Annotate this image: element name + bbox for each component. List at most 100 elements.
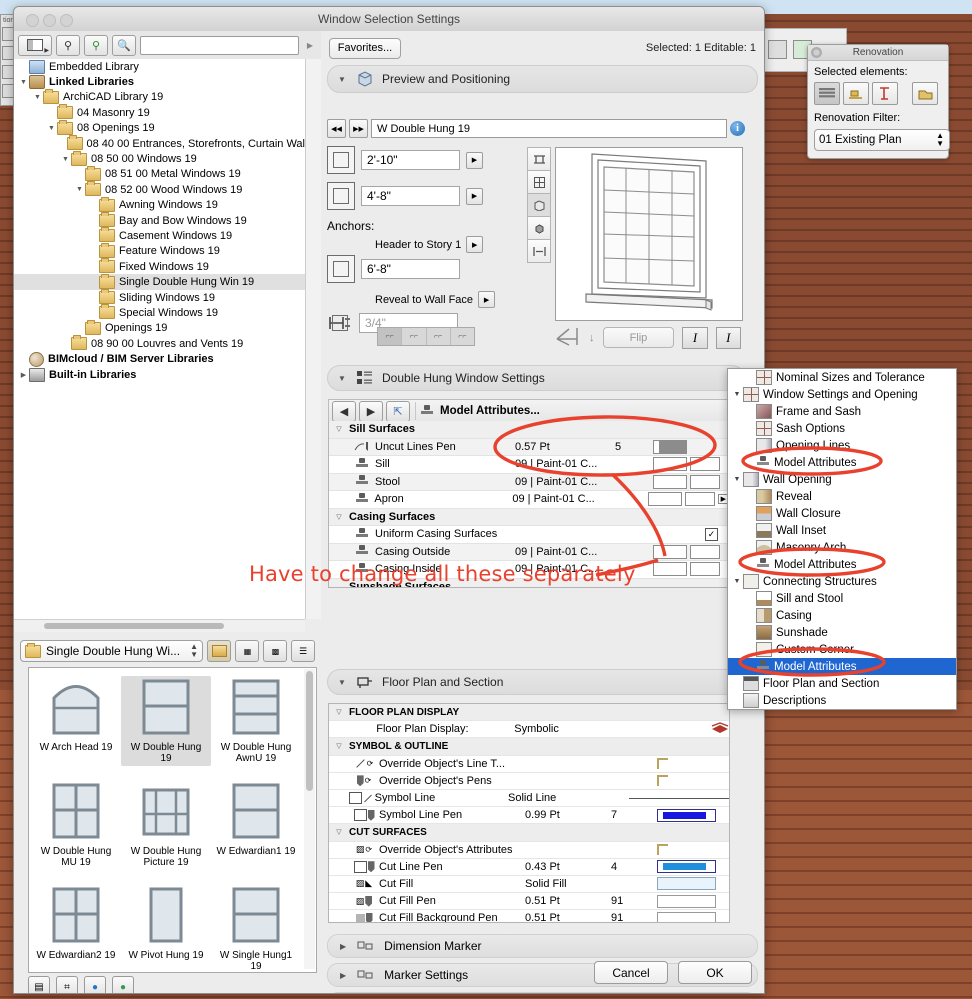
object-name-field[interactable]: W Double Hung 19 <box>371 119 727 138</box>
anchor-position-strip[interactable]: ⌐⌐ ⌐⌐ ⌐⌐ ⌐⌐ <box>377 327 475 346</box>
chevron-down-icon[interactable]: ▼ <box>60 156 71 163</box>
pen-swatch[interactable] <box>657 911 716 922</box>
attr-row[interactable]: Stool 09 | Paint-01 C... <box>329 473 729 491</box>
attr-row[interactable]: Uniform Casing Surfaces ✓ <box>329 526 729 544</box>
surface-swatch-2[interactable] <box>685 492 715 507</box>
fp-row[interactable]: Symbol Line Solid Line <box>329 790 729 808</box>
preview-view-tools[interactable] <box>527 147 551 263</box>
param-tree-item[interactable]: Sunshade <box>728 624 956 641</box>
height-popup-icon[interactable]: ▶ <box>466 187 483 205</box>
library-tree-item[interactable]: Bay and Bow Windows 19 <box>14 212 305 228</box>
left-jamb-icon[interactable]: I <box>682 326 708 349</box>
param-tree-item[interactable]: Masonry Arch <box>728 539 956 556</box>
chevron-down-icon[interactable]: ▼ <box>731 578 743 585</box>
parameter-tree[interactable]: Nominal Sizes and Tolerance ▼ Window Setti… <box>727 368 957 710</box>
globe-icon[interactable]: ● <box>84 976 106 993</box>
fp-row[interactable]: ⟳ Override Object's Line T... <box>329 756 729 773</box>
library-tree-item[interactable]: 08 90 00 Louvres and Vents 19 <box>14 335 305 351</box>
search-icon[interactable]: 🔍 <box>112 34 136 56</box>
library-tree-item[interactable]: Single Double Hung Win 19 <box>14 273 305 290</box>
floor-plan-table[interactable]: ▽ FLOOR PLAN DISPLAY Floor Plan Display: Sy… <box>328 703 730 923</box>
param-tree-item[interactable]: Sash Options <box>728 420 956 437</box>
anchor-pos-2-icon[interactable]: ⌐⌐ <box>402 328 427 345</box>
thumbnail-item[interactable]: W Double Hung MU 19 <box>31 776 121 880</box>
param-tree-item[interactable]: Frame and Sash <box>728 403 956 420</box>
library-tree-item[interactable]: ▼ Linked Libraries <box>14 74 305 90</box>
library-tree-item[interactable]: 04 Masonry 19 <box>14 104 305 120</box>
fp-checkbox[interactable] <box>657 844 668 856</box>
line-preview[interactable] <box>628 797 729 799</box>
section-double-hung-window-settings[interactable]: ▼ Double Hung Window Settings <box>327 365 745 391</box>
chevron-down-icon[interactable]: ▽ <box>329 708 349 716</box>
search-input[interactable] <box>140 35 299 55</box>
param-tree-item[interactable]: Model Attributes <box>728 658 956 675</box>
find-icon[interactable]: ⚲ <box>56 34 80 56</box>
library-tree-item[interactable]: Awning Windows 19 <box>14 196 305 213</box>
axono-icon[interactable] <box>527 216 551 240</box>
thumbnail-item[interactable]: W Double Hung Picture 19 <box>121 776 211 880</box>
surface-swatch[interactable] <box>653 474 687 489</box>
anchor-pos-1-icon[interactable]: ⌐⌐ <box>378 328 403 345</box>
pen-swatch[interactable] <box>657 860 716 874</box>
favorites-button[interactable]: Favorites... <box>329 37 401 59</box>
popout-icon[interactable]: ⇱ <box>386 400 410 422</box>
new-element-icon[interactable] <box>872 82 898 105</box>
grid-view-icon[interactable] <box>527 170 551 194</box>
chevron-down-icon[interactable]: ▼ <box>731 391 743 398</box>
right-jamb-icon[interactable]: I <box>715 326 741 349</box>
chevron-down-icon[interactable]: ▼ <box>731 476 743 483</box>
param-tree-item[interactable]: Nominal Sizes and Tolerance <box>728 369 956 386</box>
surface-swatch[interactable] <box>653 562 687 577</box>
section-dimension-marker[interactable]: ▶ Dimension Marker <box>327 934 758 958</box>
flip-button[interactable]: Flip <box>602 327 675 348</box>
chevron-down-icon[interactable]: ▽ <box>329 828 349 836</box>
folder-select[interactable]: Single Double Hung Wi... ▲ ▼ <box>20 640 203 662</box>
library-tree[interactable]: Embedded Library ▼ Linked Libraries ▼ ArchiC… <box>14 59 305 619</box>
pen-swatch[interactable] <box>653 439 687 454</box>
chevron-down-icon[interactable]: ▽ <box>329 425 349 433</box>
3d-view-icon[interactable] <box>527 193 551 217</box>
chevron-down-icon[interactable]: ▽ <box>329 742 349 750</box>
cancel-button[interactable]: Cancel <box>594 961 668 984</box>
back-button[interactable]: ◀ <box>332 400 356 422</box>
list-view-icon[interactable]: ☰ <box>291 640 315 662</box>
view-mode-button[interactable]: ▶ <box>18 34 52 56</box>
param-tree-item[interactable]: Casing <box>728 607 956 624</box>
section-tags-and-categories[interactable]: ▶Tags and Categories <box>327 992 758 993</box>
surface-swatch-2[interactable] <box>690 544 720 559</box>
add-object-icon[interactable]: ⌗ <box>56 976 78 993</box>
anchor-pos-4-icon[interactable]: ⌐⌐ <box>451 328 474 345</box>
show-in-renovation-icon[interactable] <box>912 82 938 105</box>
height-input[interactable]: 4'-8" <box>361 186 460 206</box>
param-tree-item[interactable]: Descriptions <box>728 692 956 709</box>
library-tree-item[interactable]: Sliding Windows 19 <box>14 289 305 305</box>
library-tree-item[interactable]: 08 40 00 Entrances, Storefronts, Curtain… <box>14 135 305 151</box>
pen-swatch[interactable] <box>657 808 716 822</box>
chevron-down-icon[interactable]: ▼ <box>32 94 43 101</box>
surface-swatch[interactable] <box>653 544 687 559</box>
fp-checkbox[interactable] <box>657 758 668 770</box>
pen-swatch[interactable] <box>657 894 716 908</box>
param-tree-item[interactable]: ▼ Wall Opening <box>728 471 956 488</box>
fp-row[interactable]: ▨ Cut Fill Pen 0.51 Pt 91 <box>329 893 729 911</box>
to-be-demolished-icon[interactable] <box>843 82 869 105</box>
folder-up-icon[interactable] <box>207 640 231 662</box>
thumbnail-item[interactable]: W Edwardian1 19 <box>211 776 301 880</box>
chevron-down-icon[interactable]: ▼ <box>46 125 57 132</box>
param-tree-item[interactable]: Model Attributes <box>728 556 956 573</box>
surface-swatch-2[interactable] <box>690 457 720 472</box>
attr-row[interactable]: Sill 09 | Paint-01 C... <box>329 456 729 474</box>
forward-button[interactable]: ▶ <box>359 400 383 422</box>
library-tree-item[interactable]: 08 51 00 Metal Windows 19 <box>14 165 305 182</box>
chevron-down-icon[interactable]: ▼ <box>18 79 29 86</box>
fill-swatch[interactable] <box>657 877 716 891</box>
thumbnail-item[interactable]: W Arch Head 19 <box>31 672 121 776</box>
uniform-casing-checkbox[interactable]: ✓ <box>705 527 718 541</box>
section-icon[interactable] <box>527 239 551 263</box>
info-icon[interactable]: i <box>730 121 745 136</box>
chevron-down-icon[interactable]: ▼ <box>74 186 85 193</box>
thumbnail-item[interactable]: W Edwardian2 19 <box>31 880 121 972</box>
param-tree-item[interactable]: Model Attributes <box>728 454 956 471</box>
library-tree-item[interactable]: Feature Windows 19 <box>14 242 305 259</box>
renovation-filter-select[interactable]: 01 Existing Plan ▲ ▼ <box>814 129 950 151</box>
